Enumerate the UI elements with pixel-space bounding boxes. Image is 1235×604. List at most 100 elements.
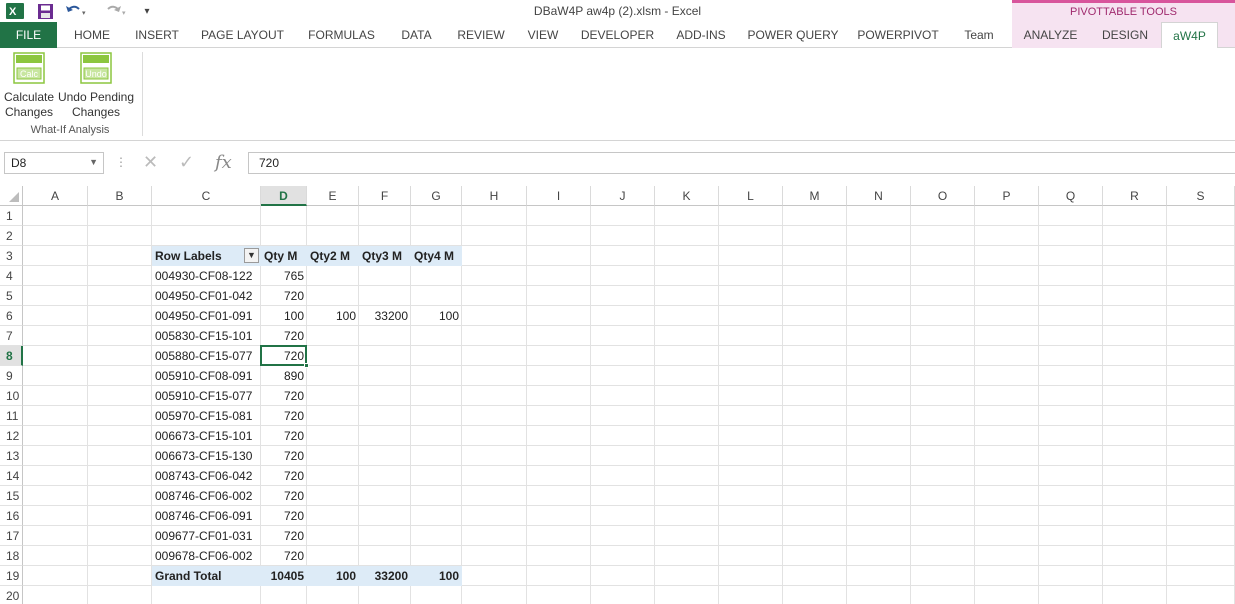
column-header-b[interactable]: B (88, 186, 152, 206)
tab-file[interactable]: FILE (0, 22, 57, 48)
cancel-icon[interactable]: ✕ (143, 152, 158, 173)
pivot-value-cell[interactable]: 720 (261, 466, 307, 486)
row-header-8[interactable]: 8 (0, 346, 23, 366)
row-header-4[interactable]: 4 (0, 266, 23, 286)
chevron-down-icon[interactable]: ▼ (89, 157, 98, 167)
column-header-q[interactable]: Q (1039, 186, 1103, 206)
column-header-d[interactable]: D (261, 186, 307, 206)
pivot-value-cell[interactable]: 720 (261, 486, 307, 506)
tab-insert[interactable]: INSERT (127, 22, 187, 48)
pivot-value-cell[interactable] (359, 426, 411, 446)
tab-design[interactable]: DESIGN (1089, 22, 1161, 48)
fill-handle[interactable] (304, 363, 309, 368)
column-header-i[interactable]: I (527, 186, 591, 206)
row-header-14[interactable]: 14 (0, 466, 23, 486)
row-header-13[interactable]: 13 (0, 446, 23, 466)
filter-icon[interactable]: ▼ (244, 248, 259, 263)
row-header-15[interactable]: 15 (0, 486, 23, 506)
pivot-row-label[interactable]: 005880-CF15-077 (152, 346, 261, 366)
column-header-n[interactable]: N (847, 186, 911, 206)
column-header-p[interactable]: P (975, 186, 1039, 206)
row-header-11[interactable]: 11 (0, 406, 23, 426)
pivot-value-cell[interactable] (411, 446, 462, 466)
pivot-value-cell[interactable]: 720 (261, 526, 307, 546)
column-header-a[interactable]: A (23, 186, 88, 206)
pivot-row-label[interactable]: 004950-CF01-091 (152, 306, 261, 326)
pivot-value-cell[interactable] (307, 446, 359, 466)
pivot-row-label[interactable]: 005970-CF15-081 (152, 406, 261, 426)
pivot-value-cell[interactable] (359, 526, 411, 546)
column-header-r[interactable]: R (1103, 186, 1167, 206)
row-header-2[interactable]: 2 (0, 226, 23, 246)
column-header-o[interactable]: O (911, 186, 975, 206)
calculate-changes-button[interactable]: Calc Calculate Changes (2, 52, 56, 120)
pivot-value-cell[interactable]: 720 (261, 286, 307, 306)
column-header-c[interactable]: C (152, 186, 261, 206)
tab-home[interactable]: HOME (57, 22, 127, 48)
tab-add-ins[interactable]: ADD-INS (663, 22, 739, 48)
row-header-6[interactable]: 6 (0, 306, 23, 326)
column-header-e[interactable]: E (307, 186, 359, 206)
enter-icon[interactable]: ✓ (179, 152, 194, 173)
pivot-grand-total-cell[interactable]: Grand Total (152, 566, 261, 586)
pivot-value-cell[interactable] (359, 366, 411, 386)
pivot-value-cell[interactable]: 720 (261, 506, 307, 526)
row-header-19[interactable]: 19 (0, 566, 23, 586)
select-all-button[interactable] (0, 186, 23, 206)
pivot-header-cell[interactable]: Qty M (261, 246, 307, 266)
pivot-value-cell[interactable] (307, 326, 359, 346)
pivot-row-label[interactable]: 009677-CF01-031 (152, 526, 261, 546)
pivot-value-cell[interactable] (307, 346, 359, 366)
column-header-s[interactable]: S (1167, 186, 1235, 206)
pivot-value-cell[interactable] (411, 506, 462, 526)
tab-view[interactable]: VIEW (514, 22, 572, 48)
row-header-12[interactable]: 12 (0, 426, 23, 446)
pivot-value-cell[interactable] (411, 466, 462, 486)
tab-data[interactable]: DATA (385, 22, 448, 48)
pivot-value-cell[interactable] (411, 426, 462, 446)
tab-aw4p[interactable]: aW4P (1161, 22, 1218, 49)
pivot-row-label[interactable]: 008743-CF06-042 (152, 466, 261, 486)
pivot-value-cell[interactable] (307, 526, 359, 546)
pivot-value-cell[interactable] (411, 546, 462, 566)
pivot-header-cell[interactable]: Qty3 M (359, 246, 411, 266)
pivot-value-cell[interactable] (411, 266, 462, 286)
tab-page-layout[interactable]: PAGE LAYOUT (187, 22, 298, 48)
more-icon[interactable]: ⋮ (115, 155, 127, 169)
pivot-value-cell[interactable] (411, 406, 462, 426)
pivot-value-cell[interactable] (307, 386, 359, 406)
pivot-row-label[interactable]: 006673-CF15-130 (152, 446, 261, 466)
pivot-value-cell[interactable] (411, 386, 462, 406)
pivot-value-cell[interactable]: 765 (261, 266, 307, 286)
pivot-value-cell[interactable] (359, 486, 411, 506)
pivot-header-cell[interactable]: Qty2 M (307, 246, 359, 266)
pivot-row-label[interactable]: 005830-CF15-101 (152, 326, 261, 346)
name-box[interactable]: D8 ▼ (4, 152, 104, 174)
pivot-value-cell[interactable]: 890 (261, 366, 307, 386)
pivot-value-cell[interactable]: 720 (261, 406, 307, 426)
pivot-value-cell[interactable]: 720 (261, 426, 307, 446)
pivot-value-cell[interactable] (307, 366, 359, 386)
pivot-row-label[interactable]: 004950-CF01-042 (152, 286, 261, 306)
row-header-17[interactable]: 17 (0, 526, 23, 546)
pivot-value-cell[interactable] (411, 366, 462, 386)
column-header-j[interactable]: J (591, 186, 655, 206)
undo-pending-changes-button[interactable]: Undo Undo Pending Changes (56, 52, 136, 120)
pivot-value-cell[interactable] (307, 486, 359, 506)
pivot-header-cell[interactable]: Qty4 M (411, 246, 462, 266)
pivot-value-cell[interactable] (307, 266, 359, 286)
pivot-value-cell[interactable] (411, 526, 462, 546)
pivot-value-cell[interactable]: 100 (411, 306, 462, 326)
row-header-7[interactable]: 7 (0, 326, 23, 346)
pivot-value-cell[interactable] (307, 506, 359, 526)
pivot-value-cell[interactable] (359, 406, 411, 426)
column-header-l[interactable]: L (719, 186, 783, 206)
tab-developer[interactable]: DEVELOPER (572, 22, 663, 48)
pivot-value-cell[interactable] (359, 266, 411, 286)
row-header-1[interactable]: 1 (0, 206, 23, 226)
tab-formulas[interactable]: FORMULAS (298, 22, 385, 48)
pivot-row-label[interactable]: 005910-CF15-077 (152, 386, 261, 406)
insert-function-icon[interactable]: fx (215, 152, 232, 173)
pivot-value-cell[interactable] (359, 546, 411, 566)
pivot-value-cell[interactable] (359, 466, 411, 486)
